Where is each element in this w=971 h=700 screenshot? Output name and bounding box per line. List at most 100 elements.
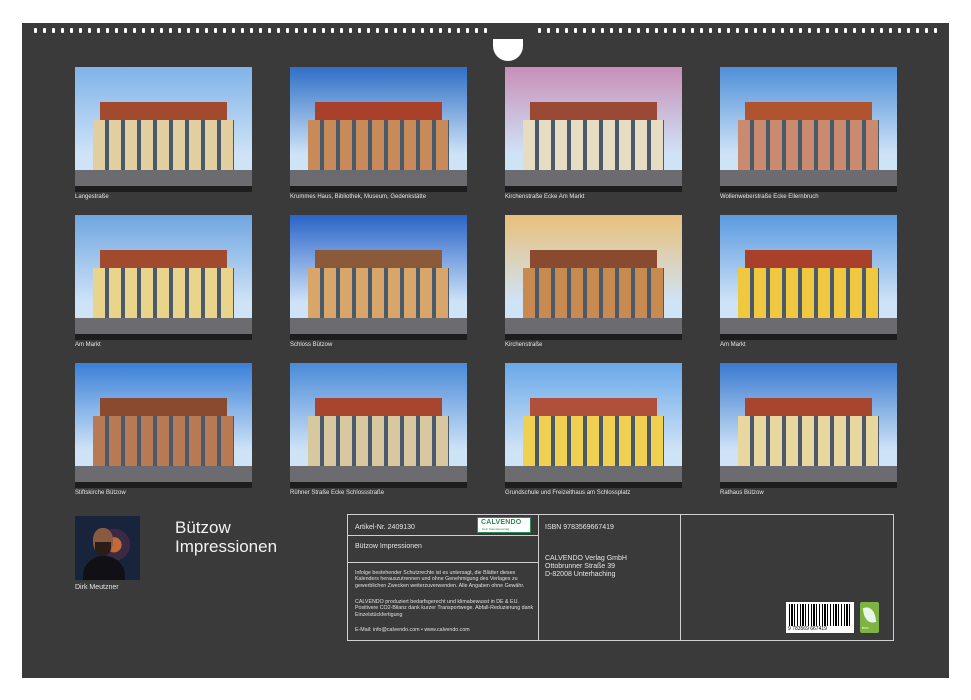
- binding-hole: [619, 28, 622, 33]
- binding-hole: [358, 28, 361, 33]
- binding-hole: [421, 28, 424, 33]
- publisher-line-1: CALVENDO Verlag GmbH: [545, 555, 627, 562]
- binding-hole: [880, 28, 883, 33]
- binding-hole: [466, 28, 469, 33]
- climate-notice: CALVENDO produziert bedarfsgerecht und k…: [355, 599, 534, 618]
- binding-hole: [637, 28, 640, 33]
- binding-hole: [718, 28, 721, 33]
- binding-hole: [601, 28, 604, 33]
- binding-hole: [331, 28, 334, 33]
- isbn-barcode: 9 783569 667419: [786, 602, 854, 633]
- author-name: Dirk Meutzner: [75, 584, 119, 591]
- binding-hole: [736, 28, 739, 33]
- author-portrait: [75, 516, 140, 580]
- date-strip: [720, 334, 897, 340]
- binding-hole: [151, 28, 154, 33]
- article-number: Artikel-Nr. 2409130: [355, 524, 415, 531]
- photo-caption: Langestraße: [75, 194, 109, 200]
- title-line-1: Bützow: [175, 518, 231, 537]
- binding-hole: [313, 28, 316, 33]
- binding-hole: [754, 28, 757, 33]
- binding-hole: [61, 28, 64, 33]
- photo-caption: Am Markt: [75, 342, 101, 348]
- binding-hole: [835, 28, 838, 33]
- calendar-photo: [720, 67, 897, 192]
- binding-hole: [214, 28, 217, 33]
- binding-hole: [745, 28, 748, 33]
- binding-hole: [925, 28, 928, 33]
- photo-caption: Rühner Straße Ecke Schlossstraße: [290, 490, 385, 496]
- binding-hole: [583, 28, 586, 33]
- binding-hole: [772, 28, 775, 33]
- calendar-photo: [720, 215, 897, 340]
- binding-hole: [142, 28, 145, 33]
- date-strip: [75, 334, 252, 340]
- binding-hole: [286, 28, 289, 33]
- binding-hole: [304, 28, 307, 33]
- binding-hole: [250, 28, 253, 33]
- date-strip: [290, 334, 467, 340]
- photo-caption: Kirchenstraße Ecke Am Markt: [505, 194, 585, 200]
- binding-hole: [34, 28, 37, 33]
- binding-hole: [322, 28, 325, 33]
- binding-hole: [196, 28, 199, 33]
- photo-caption: Stiftskirche Bützow: [75, 490, 126, 496]
- binding-hole: [574, 28, 577, 33]
- photo-caption: Grundschule und Freizeithaus am Schlossp…: [505, 490, 631, 496]
- binding-hole: [259, 28, 262, 33]
- calendar-title: Bützow Impressionen: [175, 518, 277, 556]
- date-strip: [505, 334, 682, 340]
- binding-hole: [187, 28, 190, 33]
- date-strip: [505, 482, 682, 488]
- binding-hole: [295, 28, 298, 33]
- binding-hole: [907, 28, 910, 33]
- binding-hole: [673, 28, 676, 33]
- binding-hole: [340, 28, 343, 33]
- publisher-line-3: D-82008 Unterhaching: [545, 571, 616, 578]
- binding-hole: [655, 28, 658, 33]
- binding-hole: [376, 28, 379, 33]
- binding-hole: [430, 28, 433, 33]
- binding-hole: [538, 28, 541, 33]
- binding-hole: [916, 28, 919, 33]
- binding-hole: [70, 28, 73, 33]
- binding-hole: [169, 28, 172, 33]
- date-strip: [290, 186, 467, 192]
- binding-hole: [781, 28, 784, 33]
- binding-hole: [232, 28, 235, 33]
- photo-caption: Rathaus Bützow: [720, 490, 764, 496]
- binding-hole: [106, 28, 109, 33]
- binding-hole: [241, 28, 244, 33]
- binding-hole: [727, 28, 730, 33]
- binding-hole: [88, 28, 91, 33]
- binding-hole: [178, 28, 181, 33]
- calendar-photo: [505, 67, 682, 192]
- calvendo-logo: CALVENDO Dein Kalenderverlag: [477, 517, 531, 533]
- photo-caption: Am Markt: [720, 342, 746, 348]
- publisher-line-2: Ottobrunner Straße 39: [545, 563, 616, 570]
- binding-hole: [124, 28, 127, 33]
- binding-hole: [628, 28, 631, 33]
- calendar-photo: [75, 363, 252, 488]
- calendar-photo: [720, 363, 897, 488]
- calendar-photo: [290, 215, 467, 340]
- binding-hole: [862, 28, 865, 33]
- binding-hole: [403, 28, 406, 33]
- calendar-photo: [505, 363, 682, 488]
- binding-hole: [43, 28, 46, 33]
- binding-hole: [610, 28, 613, 33]
- binding-hole: [277, 28, 280, 33]
- binding-hole: [700, 28, 703, 33]
- binding-hole: [133, 28, 136, 33]
- publisher-address: CALVENDO Verlag GmbH Ottobrunner Straße …: [545, 555, 627, 579]
- binding-hole: [763, 28, 766, 33]
- date-strip: [75, 482, 252, 488]
- isbn: ISBN 9783569667419: [545, 524, 614, 531]
- binding-hole: [79, 28, 82, 33]
- binding-hole: [790, 28, 793, 33]
- legal-notice: Infolge bestehender Schutzrechte ist es …: [355, 570, 525, 589]
- binding-hole: [97, 28, 100, 33]
- calendar-photo: [290, 363, 467, 488]
- binding-hole: [664, 28, 667, 33]
- binding-hole: [799, 28, 802, 33]
